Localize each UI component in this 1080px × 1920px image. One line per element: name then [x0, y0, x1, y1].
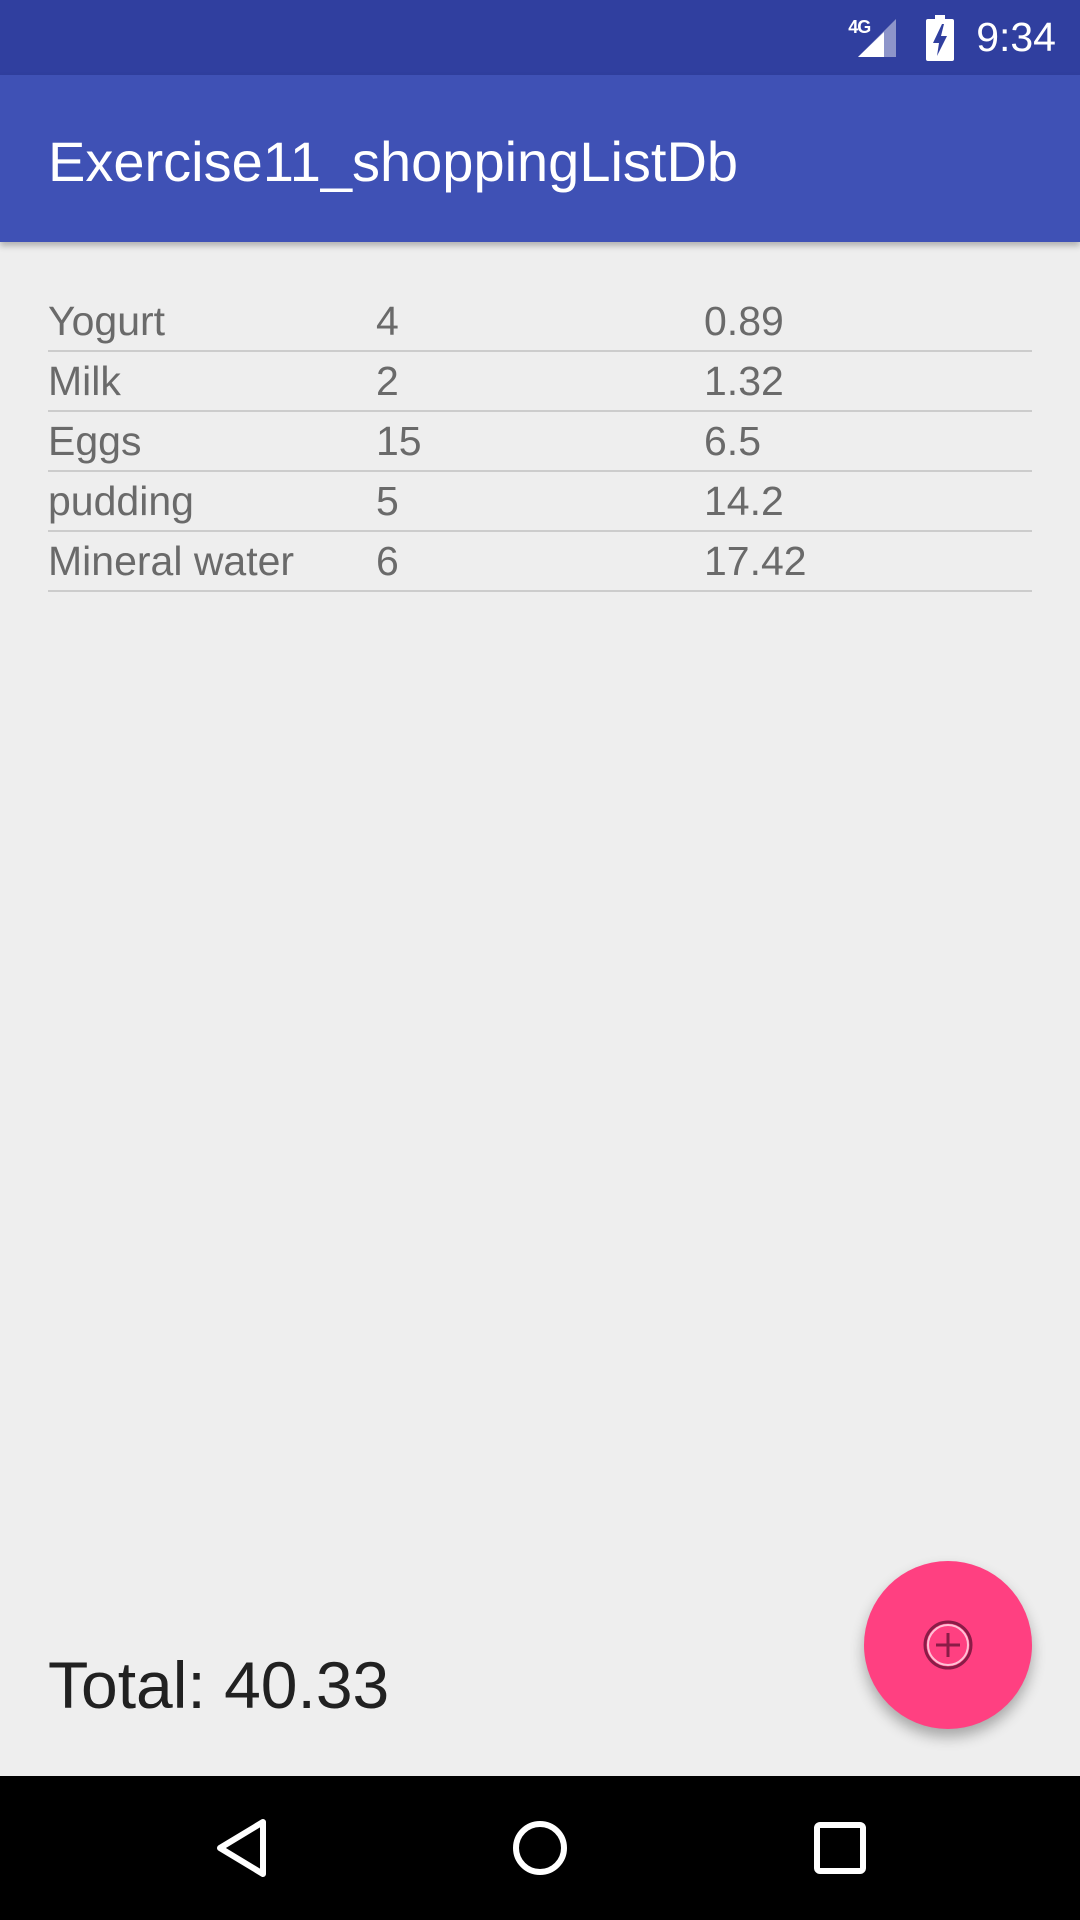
add-circle-icon — [923, 1620, 973, 1670]
item-quantity: 6 — [376, 538, 399, 584]
status-bar: 4G 9:34 — [0, 0, 1080, 75]
signal-indicator: 4G — [848, 15, 904, 61]
item-quantity: 5 — [376, 478, 399, 524]
home-button[interactable] — [500, 1808, 580, 1888]
recents-square-icon — [814, 1822, 866, 1874]
item-price: 0.89 — [704, 298, 784, 344]
item-name: pudding — [48, 478, 194, 524]
app-bar: Exercise11_shoppingListDb — [0, 75, 1080, 242]
add-item-button[interactable] — [864, 1561, 1032, 1729]
item-quantity: 4 — [376, 298, 399, 344]
item-quantity: 15 — [376, 418, 422, 464]
navigation-bar — [0, 1776, 1080, 1920]
item-price: 17.42 — [704, 538, 807, 584]
item-price: 6.5 — [704, 418, 761, 464]
battery-charging-icon — [926, 14, 955, 61]
home-circle-icon — [513, 1821, 567, 1875]
list-item[interactable]: Milk 2 1.32 — [48, 352, 1032, 412]
list-item[interactable]: Eggs 15 6.5 — [48, 412, 1032, 472]
back-triangle-icon — [217, 1819, 266, 1877]
recents-button[interactable] — [800, 1808, 880, 1888]
item-name: Yogurt — [48, 298, 166, 344]
list-item[interactable]: Mineral water 6 17.42 — [48, 532, 1032, 592]
status-icons: 4G 9:34 — [848, 0, 1056, 75]
cell-signal-icon — [858, 18, 897, 57]
item-name: Eggs — [48, 418, 142, 464]
list-item[interactable]: pudding 5 14.2 — [48, 472, 1032, 532]
shopping-list: Yogurt 4 0.89 Milk 2 1.32 Eggs 15 6.5 pu… — [48, 292, 1032, 592]
list-item[interactable]: Yogurt 4 0.89 — [48, 292, 1032, 352]
item-quantity: 2 — [376, 358, 399, 404]
item-price: 14.2 — [704, 478, 784, 524]
item-price: 1.32 — [704, 358, 784, 404]
app-title: Exercise11_shoppingListDb — [48, 130, 739, 193]
back-button[interactable] — [201, 1808, 281, 1888]
status-time: 9:34 — [976, 14, 1056, 60]
item-name: Milk — [48, 358, 121, 404]
total-label: Total: 40.33 — [48, 1648, 390, 1722]
item-name: Mineral water — [48, 538, 295, 584]
